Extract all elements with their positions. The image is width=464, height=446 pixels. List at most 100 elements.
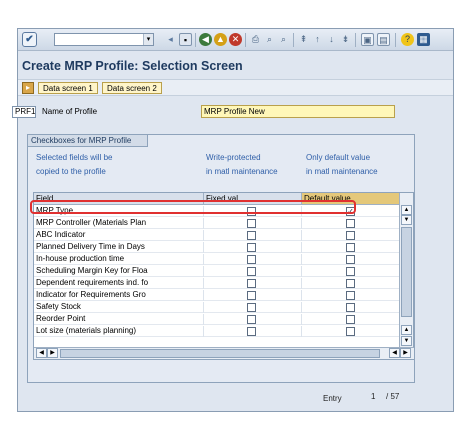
print-icon[interactable]: ⎙ — [249, 33, 262, 46]
fixed-val-cell — [204, 266, 302, 277]
default-value-checkbox[interactable] — [346, 279, 355, 288]
profile-code-field[interactable]: PRF1 — [12, 106, 36, 118]
mrp-fields-table: Field Fixed val. Default value MRP Type ✓… — [33, 192, 414, 360]
save-icon[interactable]: ▪ — [179, 33, 192, 46]
scroll-right-icon[interactable]: ▶ — [400, 348, 411, 358]
default-value-checkbox[interactable] — [346, 315, 355, 324]
field-name-cell: Planned Delivery Time in Days — [34, 242, 204, 253]
fixed-val-checkbox[interactable] — [247, 303, 256, 312]
field-name-cell: In-house production time — [34, 254, 204, 265]
fixed-val-checkbox[interactable] — [247, 207, 256, 216]
field-name-cell: Scheduling Margin Key for Floa — [34, 266, 204, 277]
next-page-icon[interactable]: ↓ — [325, 33, 338, 46]
fixed-val-checkbox[interactable] — [247, 231, 256, 240]
execute-icon[interactable]: ▸ — [22, 82, 34, 94]
fixed-val-cell — [204, 230, 302, 241]
default-value-checkbox[interactable] — [346, 267, 355, 276]
profile-name-input[interactable]: MRP Profile New — [201, 105, 395, 118]
field-name-cell: Lot size (materials planning) — [34, 326, 204, 337]
fixed-val-checkbox[interactable] — [247, 315, 256, 324]
cancel-icon[interactable]: ✕ — [229, 33, 242, 46]
profile-name-label: Name of Profile — [42, 107, 98, 116]
horizontal-scroll-thumb[interactable] — [60, 349, 380, 358]
vertical-scrollbar[interactable]: ▲ ▼ ▲ ▼ — [399, 193, 413, 349]
table-row[interactable]: Indicator for Requirements Gro — [34, 290, 400, 301]
enter-check-icon[interactable]: ✔ — [22, 32, 37, 47]
default-value-checkbox[interactable] — [346, 303, 355, 312]
table-row[interactable]: MRP Controller (Materials Plan — [34, 218, 400, 229]
default-value-cell — [302, 278, 400, 289]
application-toolbar: ▸ Data screen 1 Data screen 2 — [18, 79, 453, 96]
default-value-checkbox[interactable] — [346, 243, 355, 252]
fixed-val-cell — [204, 290, 302, 301]
find-icon[interactable]: ⌕ — [263, 33, 276, 46]
table-row[interactable]: Lot size (materials planning) — [34, 326, 400, 337]
find-next-icon[interactable]: ⌕ — [277, 33, 290, 46]
default-value-cell — [302, 254, 400, 265]
scroll-down-icon[interactable]: ▼ — [401, 336, 412, 346]
table-row[interactable]: ABC Indicator — [34, 230, 400, 241]
field-name-cell: ABC Indicator — [34, 230, 204, 241]
table-row[interactable]: Safety Stock — [34, 302, 400, 313]
table-row[interactable]: Reorder Point — [34, 314, 400, 325]
command-dropdown-icon[interactable]: ▾ — [143, 34, 153, 45]
back-icon[interactable]: ◀ — [199, 33, 212, 46]
fixed-val-cell — [204, 278, 302, 289]
scroll-right-first-icon[interactable]: ▶ — [47, 348, 58, 358]
page-title: Create MRP Profile: Selection Screen — [22, 59, 243, 73]
horizontal-scrollbar[interactable]: ◀ ▶ ◀ ▶ — [34, 347, 414, 359]
layout-menu-icon[interactable]: ▦ — [417, 33, 430, 46]
field-name-cell: MRP Type — [34, 206, 204, 217]
scroll-up-icon[interactable]: ▲ — [401, 205, 412, 215]
field-name-cell: Reorder Point — [34, 314, 204, 325]
column-header-fixed-val[interactable]: Fixed val. — [204, 193, 302, 204]
entry-position: 1 — [371, 392, 376, 401]
write-protected-hint-2: in matl maintenance — [206, 167, 278, 176]
default-value-checkbox[interactable] — [346, 327, 355, 336]
vertical-scroll-thumb[interactable] — [401, 227, 412, 317]
field-name-cell: Indicator for Requirements Gro — [34, 290, 204, 301]
table-header: Field Fixed val. Default value — [34, 193, 400, 205]
table-row[interactable]: Dependent requirements ind. fo — [34, 278, 400, 289]
data-screen-1-button[interactable]: Data screen 1 — [38, 82, 98, 94]
first-page-icon[interactable]: ⇞ — [297, 33, 310, 46]
default-value-checkbox[interactable] — [346, 291, 355, 300]
fixed-val-checkbox[interactable] — [247, 327, 256, 336]
field-name-cell: Safety Stock — [34, 302, 204, 313]
fixed-val-checkbox[interactable] — [247, 255, 256, 264]
exit-icon[interactable]: ▲ — [214, 33, 227, 46]
new-session-icon[interactable]: ▣ — [361, 33, 374, 46]
fixed-val-checkbox[interactable] — [247, 219, 256, 228]
table-row[interactable]: Planned Delivery Time in Days — [34, 242, 400, 253]
last-page-icon[interactable]: ⇟ — [339, 33, 352, 46]
fixed-val-checkbox[interactable] — [247, 267, 256, 276]
command-field[interactable]: ▾ — [54, 33, 154, 46]
default-value-checkbox[interactable] — [346, 219, 355, 228]
help-icon[interactable]: ? — [401, 33, 414, 46]
scroll-page-down-icon[interactable]: ▼ — [401, 215, 412, 225]
fixed-val-checkbox[interactable] — [247, 243, 256, 252]
fixed-val-checkbox[interactable] — [247, 279, 256, 288]
data-screen-2-button[interactable]: Data screen 2 — [102, 82, 162, 94]
default-value-cell — [302, 230, 400, 241]
default-value-checkbox[interactable]: ✓ — [346, 207, 355, 216]
table-row[interactable]: In-house production time — [34, 254, 400, 265]
column-header-field[interactable]: Field — [34, 193, 204, 204]
scroll-left-end-icon[interactable]: ◀ — [389, 348, 400, 358]
table-row[interactable]: Scheduling Margin Key for Floa — [34, 266, 400, 277]
scroll-left-icon[interactable]: ◀ — [36, 348, 47, 358]
group-title: Checkboxes for MRP Profile — [27, 134, 149, 147]
default-value-cell — [302, 326, 400, 337]
table-row[interactable]: MRP Type ✓ — [34, 206, 400, 217]
field-name-cell: MRP Controller (Materials Plan — [34, 218, 204, 229]
back-arrow-icon[interactable]: ◂ — [164, 33, 177, 46]
scroll-page-up-icon[interactable]: ▲ — [401, 325, 412, 335]
default-value-checkbox[interactable] — [346, 255, 355, 264]
column-header-default-value[interactable]: Default value — [302, 193, 400, 204]
default-value-cell — [302, 314, 400, 325]
previous-page-icon[interactable]: ↑ — [311, 33, 324, 46]
fixed-val-checkbox[interactable] — [247, 291, 256, 300]
default-value-checkbox[interactable] — [346, 231, 355, 240]
shortcut-icon[interactable]: ▤ — [377, 33, 390, 46]
default-value-hint-2: in matl maintenance — [306, 167, 378, 176]
